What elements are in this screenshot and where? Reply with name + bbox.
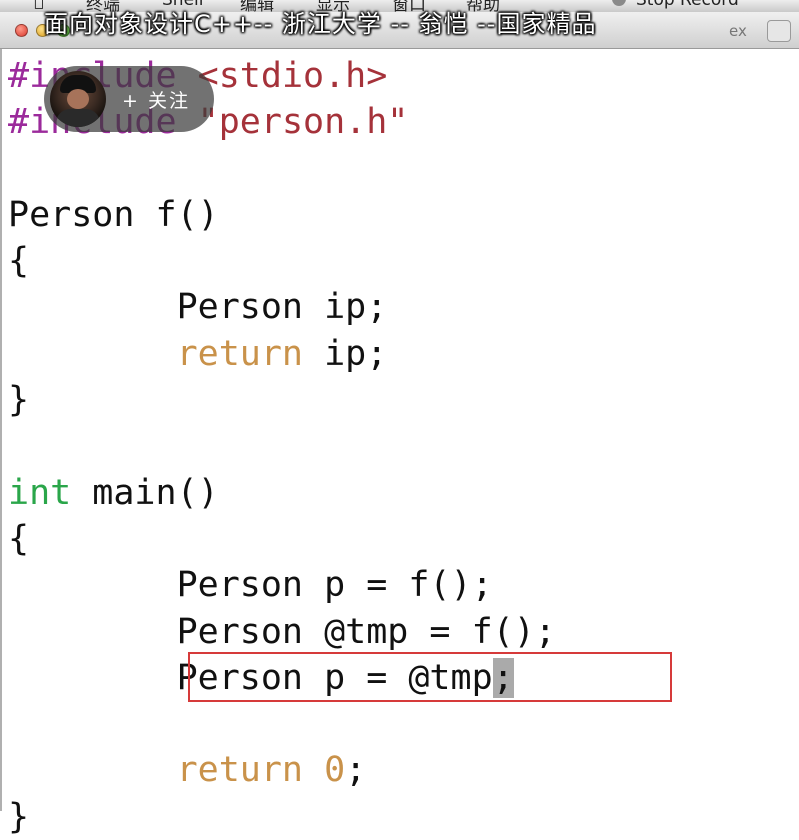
close-window-button[interactable] — [15, 24, 28, 37]
code-token: int — [8, 472, 72, 513]
code-token: { — [8, 518, 30, 559]
code-line[interactable] — [8, 423, 556, 469]
code-token: "person.h" — [197, 102, 409, 143]
code-line[interactable]: } — [8, 377, 556, 423]
code-token: ; — [345, 750, 367, 791]
code-editor[interactable]: #include <stdio.h>#include "person.h"Per… — [0, 49, 799, 837]
code-line[interactable]: Person ip; — [8, 284, 556, 330]
highlight-box — [188, 652, 672, 702]
code-token: main() — [71, 472, 219, 513]
code-token: Person ip; — [8, 287, 388, 328]
code-line[interactable]: { — [8, 238, 556, 284]
code-token: <stdio.h> — [197, 56, 388, 96]
follow-widget[interactable]: + 关注 — [44, 66, 214, 132]
code-line[interactable]: return ip; — [8, 331, 556, 377]
window-title-fragment: ex — [729, 22, 747, 40]
code-token: { — [8, 241, 30, 282]
code-line[interactable]: Person @tmp = f(); — [8, 609, 556, 655]
follow-button[interactable]: + 关注 — [122, 86, 190, 113]
record-icon — [612, 0, 626, 6]
code-token: ip; — [303, 333, 388, 374]
code-token: } — [8, 380, 30, 421]
toolbar-toggle-button[interactable] — [767, 20, 791, 42]
apple-icon[interactable]:  — [34, 0, 44, 10]
code-line[interactable]: } — [8, 794, 556, 840]
code-line[interactable]: Person f() — [8, 192, 556, 238]
stop-record-menu[interactable]: Stop Record — [636, 0, 739, 10]
code-token: return — [176, 333, 304, 374]
titlebar-right: ex — [719, 18, 799, 44]
code-line[interactable] — [8, 701, 556, 747]
code-line[interactable] — [8, 146, 556, 192]
code-token: Person @tmp = f(); — [8, 611, 556, 652]
code-text[interactable]: #include <stdio.h>#include "person.h"Per… — [8, 53, 556, 840]
code-line[interactable]: return 0; — [8, 747, 556, 793]
avatar[interactable] — [50, 71, 106, 127]
code-line[interactable]: Person p = f(); — [8, 562, 556, 608]
code-token: Person f() — [8, 194, 219, 235]
code-line[interactable]: { — [8, 516, 556, 562]
code-token: Person p = f(); — [8, 565, 493, 606]
code-token: } — [8, 796, 30, 837]
video-title-overlay: 面向对象设计C++-- 浙江大学 -- 翁恺 --国家精品 — [44, 10, 597, 38]
code-token: return — [176, 750, 304, 791]
code-token: 0 — [324, 750, 346, 791]
code-line[interactable]: int main() — [8, 470, 556, 516]
